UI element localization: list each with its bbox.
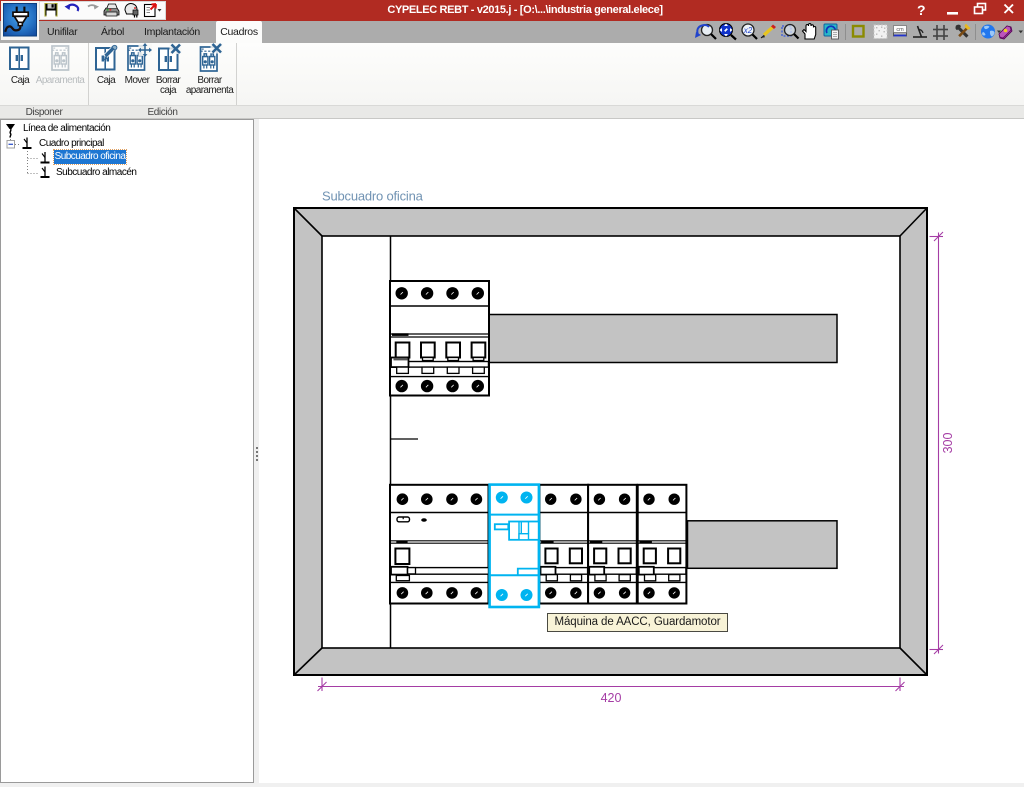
svg-text:300: 300 [941,433,955,454]
svg-text:Subcuadro oficina: Subcuadro oficina [322,189,424,204]
svg-text:420: 420 [601,691,622,705]
